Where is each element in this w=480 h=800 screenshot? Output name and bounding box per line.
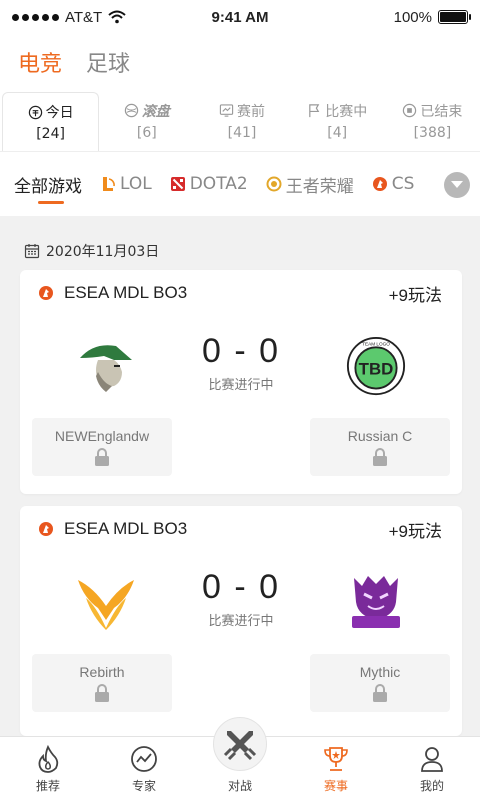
lock-icon <box>95 684 109 702</box>
nav-recommend-label: 推荐 <box>35 779 60 793</box>
bottom-nav: 推荐 专家 对战 赛事 我的 <box>0 717 480 800</box>
team-right-bet[interactable]: Russian C <box>310 418 450 476</box>
tab-in-play-label: 比赛中 <box>325 103 368 120</box>
trophy-icon <box>324 747 348 771</box>
trend-icon <box>131 746 157 772</box>
league-name: ESEA MDL BO3 <box>64 283 188 302</box>
tab-football[interactable]: 足球 <box>86 46 130 78</box>
team-left-bet[interactable]: NEWEnglandw <box>32 418 172 476</box>
game-filter-honor-of-kings-label: 王者荣耀 <box>285 176 354 197</box>
finished-icon <box>403 103 417 118</box>
tab-today[interactable]: 今日 [24] <box>2 92 100 151</box>
dota2-icon <box>170 177 185 191</box>
tab-pre-match-label: 赛前 <box>237 103 265 120</box>
team-left-name: Rebirth <box>79 664 125 680</box>
chevron-down-icon <box>451 181 463 188</box>
match-card[interactable]: ESEA MDL BO3 +9玩法 0 - 0 比赛进行中 TBD TEAM L… <box>20 270 462 494</box>
lock-icon <box>373 684 387 702</box>
tab-finished-label: 已结束 <box>420 103 463 120</box>
match-card[interactable]: ESEA MDL BO3 +9玩法 0 - 0 比赛进行中 Rebirth My… <box>20 506 462 736</box>
league-name: ESEA MDL BO3 <box>64 519 188 538</box>
team-left-name: NEWEnglandw <box>54 428 150 444</box>
nav-experts-label: 专家 <box>131 779 156 793</box>
game-filter-lol-label: LOL <box>120 174 152 194</box>
wifi-icon <box>108 10 126 24</box>
today-icon <box>28 105 42 119</box>
user-icon <box>421 747 443 772</box>
tab-finished[interactable]: 已结束 [388] <box>385 90 480 151</box>
team-right-bet[interactable]: Mythic <box>310 654 450 712</box>
lol-icon <box>103 177 115 191</box>
flame-icon <box>38 745 59 773</box>
team-logo-mythic <box>352 576 400 628</box>
battle-center-button[interactable] <box>213 717 267 771</box>
sport-tabs: 电竞 足球 <box>0 34 480 90</box>
tab-in-play[interactable]: 比赛中 [4] <box>290 90 385 151</box>
game-filter-all-label: 全部游戏 <box>14 176 82 197</box>
svg-text:TBD: TBD <box>359 359 394 378</box>
status-bar: AT&T 9:41 AM 100% <box>0 0 480 34</box>
tab-today-label: 今日 <box>45 105 74 121</box>
team-left-bet[interactable]: Rebirth <box>32 654 172 712</box>
game-filter-dota2-label: DOTA2 <box>189 174 248 194</box>
game-filter-row: 全部游戏 LOL DOTA2 王者荣耀 CS <box>0 152 480 216</box>
lock-icon <box>95 448 109 466</box>
tab-rolling-label: 滚盘 <box>141 103 170 120</box>
more-bets-link[interactable]: +9玩法 <box>389 281 442 306</box>
lock-icon <box>373 448 387 466</box>
svg-text:TEAM LOGO: TEAM LOGO <box>362 341 390 346</box>
cs-icon <box>372 177 387 191</box>
nav-battle-label: 对战 <box>227 779 252 793</box>
tab-rolling-count: [6] <box>136 124 157 141</box>
team-right-name: Mythic <box>359 664 401 680</box>
more-bets-link[interactable]: +9玩法 <box>389 517 442 542</box>
tab-pre-match[interactable]: 赛前 [41] <box>194 90 289 151</box>
team-right-name: Russian C <box>347 428 413 444</box>
game-filter-cs-label: CS <box>391 174 415 194</box>
match-status-tabs: 今日 [24] 滚盘 [6] 赛前 [41] 比赛中 [4] 已结束 [388] <box>0 90 480 152</box>
tab-rolling[interactable]: 滚盘 [6] <box>99 90 194 151</box>
in-play-flag-icon <box>309 104 320 118</box>
nav-battle[interactable]: 对战 <box>192 717 288 800</box>
cs-league-icon <box>39 286 53 300</box>
tab-esports[interactable]: 电竞 <box>18 46 62 78</box>
game-filter-dota2[interactable]: DOTA2 <box>170 152 248 216</box>
calendar-icon <box>24 244 40 259</box>
expand-games-button[interactable] <box>444 172 470 198</box>
game-filter-honor-of-kings[interactable]: 王者荣耀 <box>266 152 354 216</box>
rolling-icon <box>124 103 138 118</box>
pre-match-icon <box>219 104 234 117</box>
tab-today-count: [24] <box>36 126 65 142</box>
signal-icon <box>12 13 59 21</box>
date-label: 2020年11月03日 <box>46 244 160 260</box>
nav-mine[interactable]: 我的 <box>384 737 480 800</box>
match-list: 2020年11月03日 ESEA MDL BO3 +9玩法 0 - 0 比赛进行… <box>0 216 480 736</box>
tab-pre-match-count: [41] <box>227 124 257 141</box>
team-logo-tbd: TBD TEAM LOGO <box>346 336 406 396</box>
tab-finished-count: [388] <box>413 124 452 141</box>
crossed-swords-icon <box>223 731 257 761</box>
game-filter-all[interactable]: 全部游戏 <box>14 152 82 216</box>
cs-league-icon <box>39 522 53 536</box>
nav-recommend[interactable]: 推荐 <box>0 737 96 800</box>
tab-in-play-count: [4] <box>327 124 348 141</box>
nav-experts[interactable]: 专家 <box>96 737 192 800</box>
nav-events-label: 赛事 <box>323 779 348 793</box>
game-filter-cs[interactable]: CS <box>372 152 415 216</box>
nav-events[interactable]: 赛事 <box>288 737 384 800</box>
nav-mine-label: 我的 <box>419 779 444 793</box>
game-filter-lol[interactable]: LOL <box>100 152 152 216</box>
date-header: 2020年11月03日 <box>0 216 480 268</box>
carrier-label: AT&T <box>65 8 103 26</box>
honor-of-kings-icon <box>266 176 282 192</box>
battery-percent: 100% <box>393 8 432 26</box>
battery-icon <box>438 10 471 24</box>
